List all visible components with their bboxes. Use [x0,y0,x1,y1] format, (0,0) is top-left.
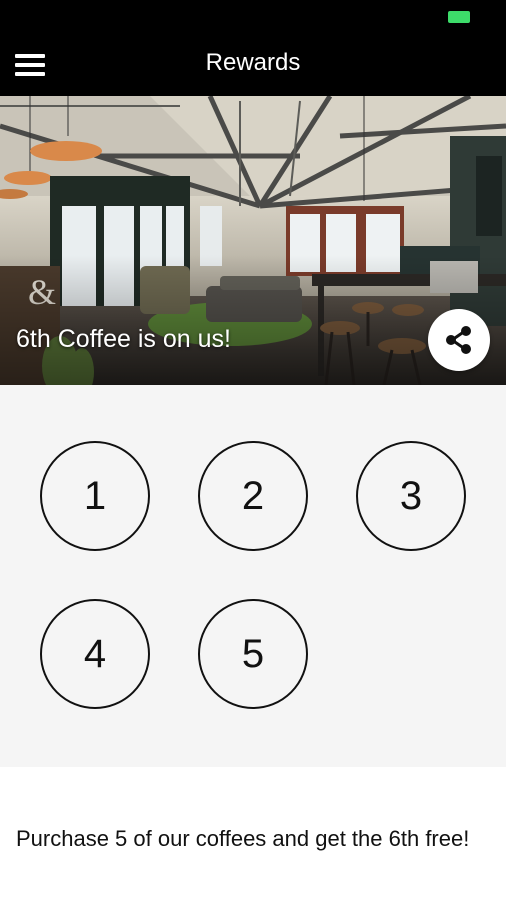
reward-description: Purchase 5 of our coffees and get the 6t… [16,826,470,851]
stamp-card: 1 2 3 4 5 [0,385,506,767]
stamp-3[interactable]: 3 [356,441,466,551]
page-title: Rewards [205,49,301,76]
stamp-5[interactable]: 5 [198,599,308,709]
battery-icon [448,11,470,23]
hero-caption: 6th Coffee is on us! [16,325,231,353]
stamp-4[interactable]: 4 [40,599,150,709]
status-bar [0,0,506,34]
app-bar: Rewards [0,34,506,96]
stamp-1[interactable]: 1 [40,441,150,551]
share-button[interactable] [428,309,490,371]
share-icon [446,326,471,354]
stamp-2[interactable]: 2 [198,441,308,551]
